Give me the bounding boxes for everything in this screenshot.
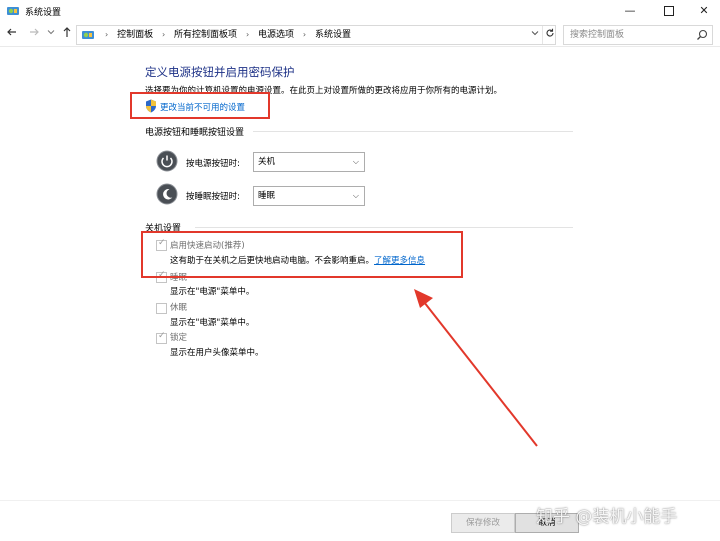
search-placeholder: 搜索控制面板 [570, 30, 625, 40]
navigation-bar: › 控制面板 › 所有控制面板项 › 电源选项 › 系统设置 搜索控制面板 [0, 22, 720, 47]
power-button-icon [156, 150, 178, 172]
chevron-down-icon [531, 31, 539, 36]
sleep-button-action-select[interactable]: 睡眠 ⌵ [253, 186, 365, 206]
back-arrow-icon [7, 28, 16, 36]
search-input[interactable]: 搜索控制面板 [563, 25, 713, 45]
lock-description: 显示在用户头像菜单中。 [170, 348, 264, 358]
select-value: 睡眠 [258, 191, 276, 201]
hibernate-description: 显示在"电源"菜单中。 [170, 318, 255, 328]
hibernate-checkbox[interactable] [156, 303, 167, 314]
breadcrumb-chevron-icon[interactable]: › [303, 30, 306, 39]
power-button-action-select[interactable]: 关机 ⌵ [253, 152, 365, 172]
up-arrow-icon [63, 27, 71, 37]
sleep-description: 显示在"电源"菜单中。 [170, 287, 255, 297]
up-button[interactable] [59, 26, 75, 42]
maximize-icon [664, 6, 674, 16]
chevron-down-icon: ⌵ [352, 191, 359, 200]
sleep-button-icon [156, 183, 178, 205]
breadcrumb-item[interactable]: 电源选项 [258, 30, 294, 40]
chevron-down-icon: ⌵ [352, 157, 359, 166]
recent-locations-button[interactable] [43, 26, 59, 42]
power-button-label: 按电源按钮时: [186, 159, 240, 169]
address-box[interactable]: › 控制面板 › 所有控制面板项 › 电源选项 › 系统设置 [76, 25, 556, 45]
control-panel-icon [7, 7, 19, 15]
breadcrumb-item[interactable]: 所有控制面板项 [174, 30, 237, 40]
breadcrumb-item[interactable]: 控制面板 [117, 30, 153, 40]
forward-button[interactable] [26, 26, 42, 42]
search-icon [697, 29, 708, 40]
window-title: 系统设置 [25, 8, 62, 18]
section-divider [253, 131, 573, 132]
breadcrumb-item[interactable]: 系统设置 [315, 30, 351, 40]
page-title: 定义电源按钮并启用密码保护 [145, 65, 295, 79]
forward-arrow-icon [30, 28, 39, 36]
control-panel-icon [82, 31, 94, 39]
breadcrumb-chevron-icon[interactable]: › [246, 30, 249, 39]
hibernate-label: 休眠 [170, 303, 188, 313]
address-dropdown-button[interactable] [529, 26, 541, 44]
lock-checkbox[interactable]: ✓ [156, 331, 167, 344]
breadcrumb-chevron-icon[interactable]: › [105, 30, 108, 39]
refresh-button[interactable] [542, 26, 556, 44]
breadcrumb: › 控制面板 › 所有控制面板项 › 电源选项 › 系统设置 [99, 26, 351, 44]
close-button[interactable]: ✕ [686, 0, 720, 22]
annotation-box-fast-startup [141, 231, 463, 278]
watermark: 知乎 @装机小能手 [536, 507, 678, 527]
title-bar: 系统设置 — ✕ [0, 0, 720, 22]
minimize-button[interactable]: — [612, 0, 648, 22]
section-divider [195, 227, 573, 228]
maximize-button[interactable] [651, 0, 687, 22]
select-value: 关机 [258, 157, 276, 167]
save-changes-button[interactable]: 保存修改 [451, 513, 515, 533]
breadcrumb-chevron-icon[interactable]: › [162, 30, 165, 39]
chevron-down-icon [47, 30, 55, 35]
sleep-button-label: 按睡眠按钮时: [186, 192, 240, 202]
back-button[interactable] [4, 26, 20, 42]
power-buttons-section-title: 电源按钮和睡眠按钮设置 [145, 128, 245, 138]
annotation-box-change-settings [130, 92, 270, 119]
lock-label: 锁定 [170, 333, 188, 343]
refresh-icon [545, 28, 554, 37]
checkmark-icon: ✓ [158, 331, 166, 341]
